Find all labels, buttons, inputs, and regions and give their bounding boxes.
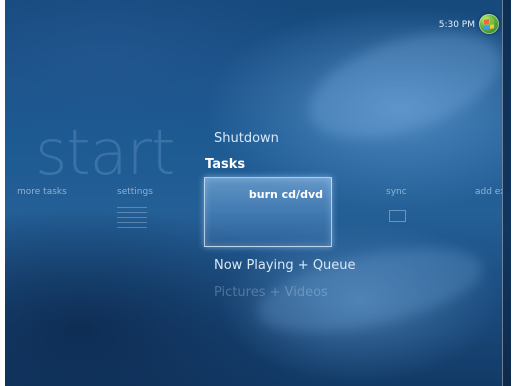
menu-item-shutdown[interactable]: Shutdown <box>214 131 279 146</box>
selected-tile-burn-cd-dvd[interactable]: burn cd/dvd <box>204 177 332 247</box>
sync-device-icon <box>389 210 406 222</box>
strip-item-sync[interactable]: sync <box>386 187 407 197</box>
tile-label: burn cd/dvd <box>248 188 323 201</box>
start-watermark: start <box>35 116 175 189</box>
strip-item-settings[interactable]: settings <box>117 187 153 197</box>
strip-item-more-tasks[interactable]: more tasks <box>17 187 67 197</box>
windows-flag-icon <box>484 18 494 30</box>
media-center-start-screen: 5:30 PM start Shutdown Tasks more tasks … <box>5 0 511 386</box>
menu-item-pictures-videos[interactable]: Pictures + Videos <box>214 285 328 300</box>
window-edge <box>502 0 511 386</box>
settings-lines-icon <box>117 207 147 232</box>
windows-orb-icon[interactable] <box>479 14 499 34</box>
background-glow-top <box>295 11 511 159</box>
clock: 5:30 PM <box>438 20 475 30</box>
menu-item-now-playing[interactable]: Now Playing + Queue <box>214 258 356 273</box>
section-label-tasks: Tasks <box>205 157 246 172</box>
